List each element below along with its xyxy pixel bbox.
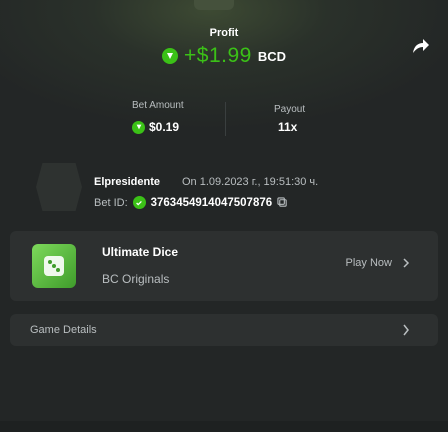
game-thumbnail[interactable] [32,244,76,288]
bet-amount-value: $0.19 [132,120,179,134]
game-details-row[interactable]: Game Details [10,314,438,346]
player-row: Elpresidente On 1.09.2023 г., 19:51:30 ч… [0,172,448,194]
game-card[interactable]: Ultimate Dice BC Originals Play Now [10,231,438,301]
bet-amount-label: Bet Amount [132,100,184,111]
copy-icon[interactable] [277,197,288,208]
player-name[interactable]: Elpresidente [94,176,160,188]
game-provider: BC Originals [102,272,170,286]
bcd-coin-icon [132,120,145,134]
profit-row: +$1.99 BCD [0,44,448,68]
bcd-coin-icon [162,48,178,64]
payout-value: 11x [278,120,298,134]
bet-timestamp: On 1.09.2023 г., 19:51:30 ч. [182,176,319,188]
verified-icon [132,196,146,209]
stats-divider [225,102,226,136]
bet-id-row: Bet ID: 3763454914047507876 [94,196,288,209]
header-decoration [194,0,234,10]
dice-icon [44,256,64,276]
payout-label: Payout [274,104,306,115]
play-now-label: Play Now [345,257,392,269]
chevron-right-icon [403,258,410,268]
game-title: Ultimate Dice [102,245,179,259]
profit-label: Profit [209,27,239,39]
game-details-label: Game Details [30,324,97,336]
currency-label: BCD [257,48,286,64]
bet-id-label: Bet ID: [94,196,128,209]
bet-stats: Bet Amount $0.19 Payout 11x [0,96,448,142]
profit-value: +$1.99 [184,44,252,67]
play-now-button[interactable]: Play Now [346,257,410,269]
chevron-right-icon [403,324,409,336]
bet-amount-text: $0.19 [149,120,180,134]
bet-id-value: 3763454914047507876 [150,196,273,209]
bottom-bar [0,421,448,432]
